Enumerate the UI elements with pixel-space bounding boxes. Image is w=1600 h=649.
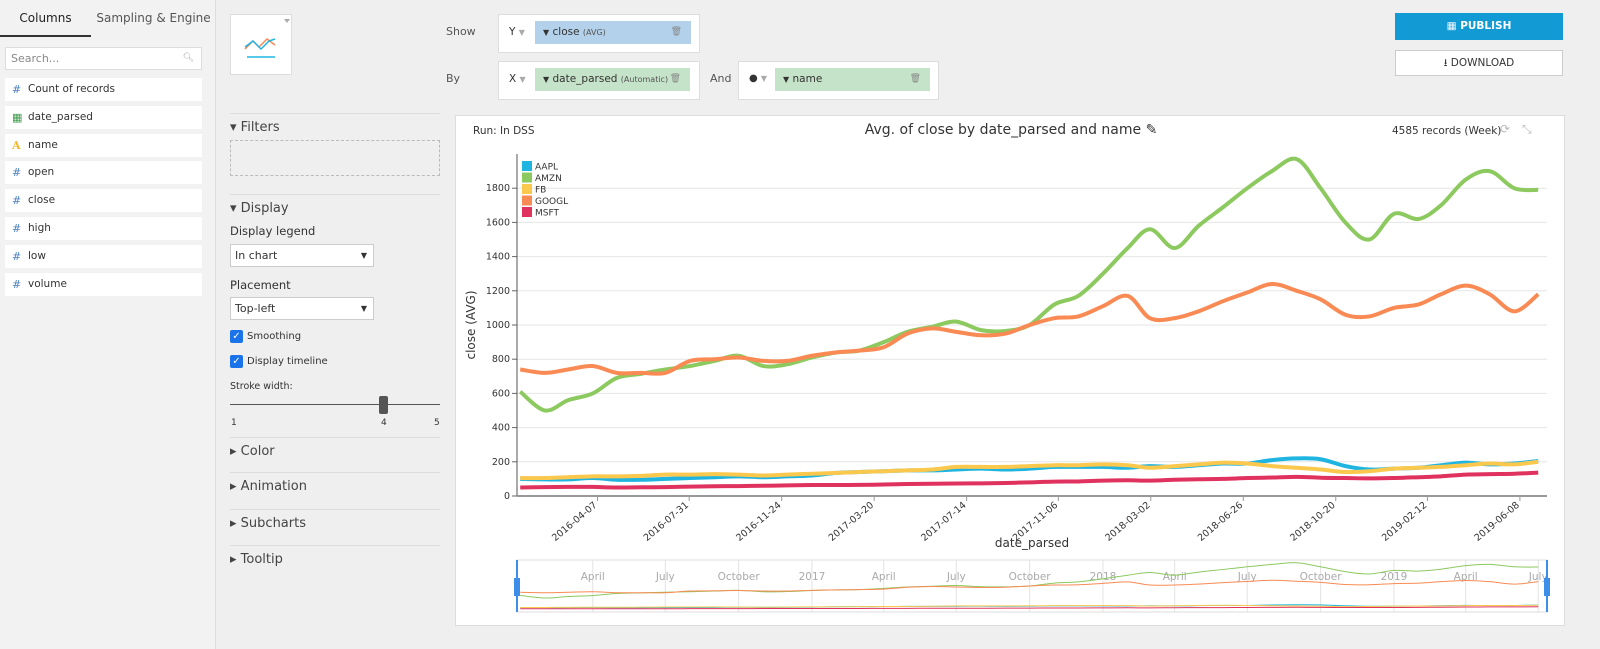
timeline-left-handle[interactable] [514,578,520,596]
x-tick-label: 2016-11-24 [734,500,783,544]
x-tick-label: 2018-03-02 [1103,500,1152,544]
timeline-tick-label: 2017 [799,571,826,583]
x-tick-label: 2018-06-26 [1196,500,1245,544]
y-tick-label: 0 [504,491,510,502]
timeline-tick-label: July [946,571,966,583]
legend-label[interactable]: AAPL [535,163,558,173]
x-tick-label: 2016-07-31 [642,500,691,544]
legend-swatch [522,207,532,217]
y-tick-label: 800 [492,354,510,365]
x-tick-label: 2017-07-14 [919,500,968,544]
y-axis-title: close (AVG) [464,290,478,359]
line-chart: 0 200 400 600 800 1000 1200 1400 1600 1800 2016-04… [464,154,1550,613]
x-tick-label: 2018-10-20 [1288,500,1337,544]
series-line-amzn[interactable] [518,156,1539,413]
timeline-tick-label: October [1009,571,1052,583]
legend-swatch [522,172,532,183]
legend-swatch [522,195,532,206]
legend-swatch [522,184,532,194]
legend-label[interactable]: FB [535,186,546,196]
series-line-googl[interactable] [519,281,1540,376]
legend-label[interactable]: AMZN [535,174,562,184]
y-tick-label: 1800 [486,183,510,194]
y-tick-label: 1000 [486,320,510,331]
timeline-tick-label: April [1163,571,1187,583]
x-tick-label: 2019-06-08 [1472,500,1521,544]
y-tick-label: 1600 [486,217,510,228]
x-tick-label: 2016-04-07 [550,500,599,544]
y-tick-label: 200 [492,457,510,468]
y-tick-label: 1400 [486,252,510,263]
timeline-right-handle[interactable] [1544,578,1550,596]
timeline-tick-label: October [718,571,761,583]
legend-label[interactable]: GOOGL [535,197,568,207]
y-tick-label: 1200 [486,286,510,297]
y-tick-label: 400 [492,423,510,434]
x-axis-title: date_parsed [995,536,1069,550]
timeline-tick-label: April [872,571,896,583]
legend-swatch [522,161,532,171]
legend-label[interactable]: MSFT [535,209,559,219]
x-tick-label: 2017-03-20 [827,500,876,544]
y-tick-label: 600 [492,388,510,399]
timeline-tick-label: 2019 [1381,571,1408,583]
timeline-tick-label: July [655,571,675,583]
timeline-tick-label: April [581,571,605,583]
x-tick-label: 2019-02-12 [1380,500,1429,544]
